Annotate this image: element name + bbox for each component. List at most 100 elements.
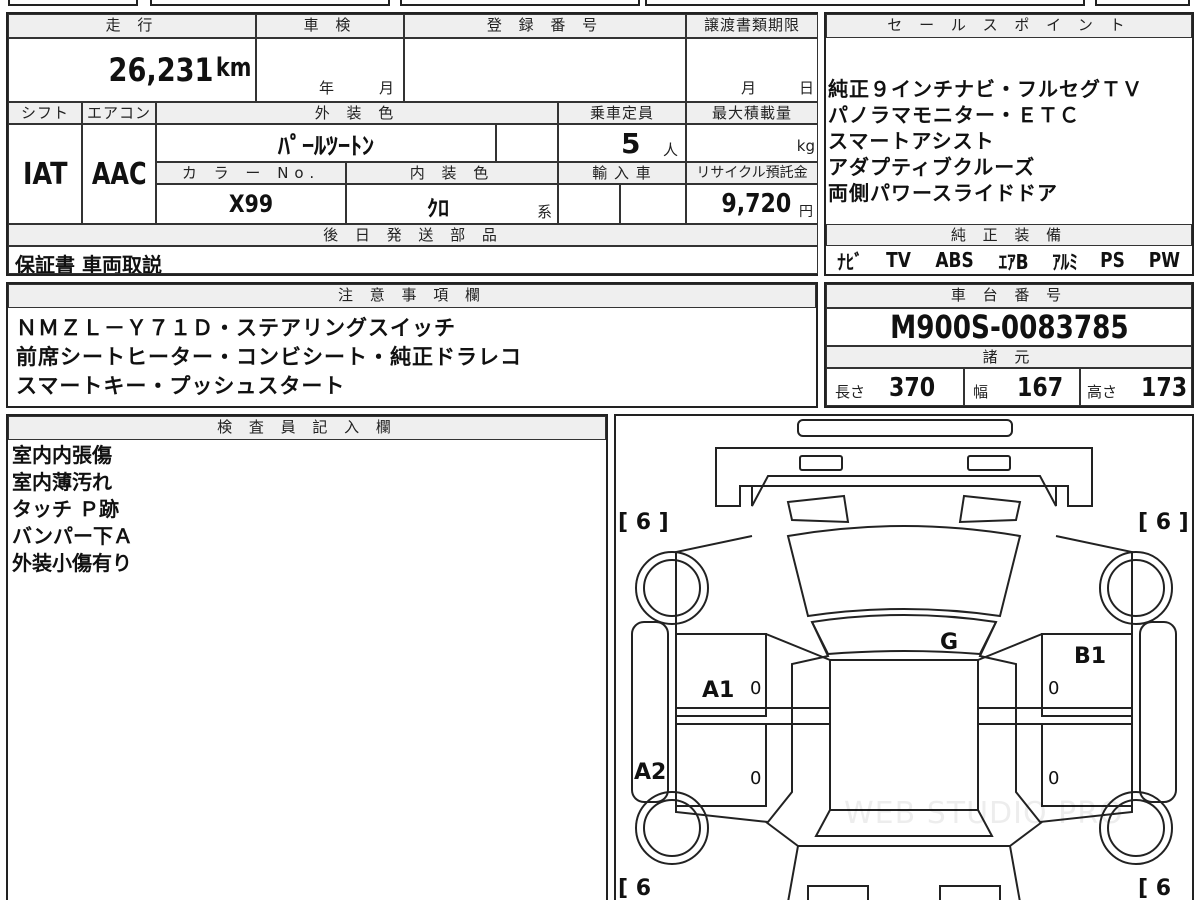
recycle-header: リサイクル預託金 <box>686 162 818 184</box>
notes-lines: ＮＭＺＬ－Ｙ７１Ｄ・ステアリングスイッチ 前席シートヒーター・コンビシート・純正… <box>16 314 522 401</box>
sales-point-line: 純正９インチナビ・フルセグＴＶ <box>828 77 1143 101</box>
exterior-color-extra <box>496 124 558 162</box>
note-line: ＮＭＺＬ－Ｙ７１Ｄ・ステアリングスイッチ <box>16 316 456 340</box>
specs-width-cell: 幅 167 <box>964 368 1080 406</box>
shift-value: IAT <box>22 156 68 192</box>
shift-header: シフト <box>8 102 82 124</box>
sales-point-line: スマートアシスト <box>828 129 995 153</box>
rear-glass-shape <box>786 494 850 524</box>
sales-point-line: 両側パワースライドドア <box>828 181 1058 205</box>
transfer-deadline-header: 譲渡書類期限 <box>686 14 818 38</box>
inspector-lines: 室内内張傷 室内薄汚れ タッチ Ｐ跡 バンパー下Ａ 外装小傷有り <box>12 442 133 577</box>
exterior-color-value: ﾊﾟｰﾙﾂｰﾄﾝ <box>278 131 374 160</box>
aircon-header: エアコン <box>82 102 156 124</box>
interior-color-cell: ｸﾛ 系 <box>346 184 558 224</box>
chassis-cell: M900S-0083785 <box>826 308 1192 346</box>
import-header: 輸 入 車 <box>558 162 686 184</box>
inspector-line: タッチ Ｐ跡 <box>12 497 119 521</box>
top-strip <box>0 0 1200 8</box>
inspection-cell: 年 月 <box>256 38 404 102</box>
max-load-cell: kg <box>686 124 818 162</box>
rear-glass-shape-right <box>958 494 1022 524</box>
later-parts-value: 保証書 車両取説 <box>15 253 162 274</box>
sales-point-line: アダプティブクルーズ <box>828 155 1036 179</box>
interior-color-value: ｸﾛ <box>427 197 450 222</box>
inspector-line: 室内薄汚れ <box>12 470 112 494</box>
sales-point-line: パノラマモニター・ＥＴＣ <box>828 103 1080 127</box>
sales-points-header: セ ー ル ス ポ イ ン ト <box>826 14 1192 38</box>
capacity-cell: 5 人 <box>558 124 686 162</box>
zero-mark: 0 <box>1048 678 1060 699</box>
side-strip-right <box>1139 621 1177 803</box>
chassis-value: M900S-0083785 <box>889 308 1129 346</box>
later-parts-header: 後 日 発 送 部 品 <box>8 224 818 246</box>
notes-panel: 注 意 事 項 欄 ＮＭＺＬ－Ｙ７１Ｄ・ステアリングスイッチ 前席シートヒーター… <box>6 282 818 408</box>
zero-mark: 0 <box>750 678 762 699</box>
registration-cell <box>404 38 686 102</box>
tire-rear-left <box>635 551 709 625</box>
rear-spoiler-shape <box>797 419 1013 437</box>
door-rear-right <box>1041 723 1132 807</box>
inspector-panel: 検 査 員 記 入 欄 室内内張傷 室内薄汚れ タッチ Ｐ跡 バンパー下Ａ 外装… <box>6 414 608 900</box>
aircon-cell: AAC <box>82 124 156 224</box>
chassis-header: 車 台 番 号 <box>826 284 1192 308</box>
recycle-value: 9,720 <box>721 189 791 219</box>
import-cell-2 <box>620 184 686 224</box>
door-rear-left <box>676 723 767 807</box>
equipment-item: ｱﾙﾐ <box>1051 249 1078 274</box>
chassis-panel: 車 台 番 号 M900S-0083785 諸 元 長さ 370 幅 167 高… <box>824 282 1194 408</box>
car-diagram-panel: [ 6 ] [ 6 ] [ 6 [ 6 G B1 A1 A2 0 0 0 0 W… <box>614 414 1194 900</box>
notes-header: 注 意 事 項 欄 <box>8 284 816 308</box>
tire-rear-left-inner <box>643 559 701 617</box>
tire-mark-bottom-left: [ 6 <box>618 876 652 900</box>
rear-lamp-left <box>799 455 843 471</box>
sales-points-list: 純正９インチナビ・フルセグＴＶ パノラマモニター・ＥＴＣ スマートアシスト アダ… <box>828 76 1190 206</box>
front-shape <box>787 845 1021 900</box>
inspector-line: 外装小傷有り <box>12 551 132 575</box>
tire-front-left-inner <box>643 799 701 857</box>
inspection-header: 車 検 <box>256 14 404 38</box>
damage-mark-b1: B1 <box>1074 644 1107 669</box>
capacity-value: 5 <box>621 127 641 160</box>
specs-height-label: 高さ <box>1087 383 1118 401</box>
damage-mark-a1: A1 <box>702 678 735 703</box>
damage-mark-a2: A2 <box>634 760 667 785</box>
mileage-header: 走 行 <box>8 14 256 38</box>
max-load-header: 最大積載量 <box>686 102 818 124</box>
door-front-left <box>676 633 767 717</box>
tire-mark-bottom-right: [ 6 <box>1138 876 1172 900</box>
import-cell-1 <box>558 184 620 224</box>
exterior-color-header: 外 装 色 <box>156 102 558 124</box>
max-load-unit: kg <box>796 137 815 155</box>
specs-width-value: 167 <box>1017 373 1064 403</box>
capacity-unit: 人 <box>663 141 679 159</box>
front-line <box>765 821 799 847</box>
tire-rear-right-inner <box>1107 559 1165 617</box>
mileage-cell: 26,231 km <box>8 38 256 102</box>
equipment-header: 純 正 装 備 <box>826 224 1192 246</box>
specs-height-cell: 高さ 173 <box>1080 368 1192 406</box>
inspection-year-label: 年 <box>319 79 335 97</box>
exterior-color-cell: ﾊﾟｰﾙﾂｰﾄﾝ <box>156 124 496 162</box>
equipment-item: PW <box>1148 248 1180 272</box>
equipment-item: ｴｱB <box>998 249 1029 274</box>
transfer-month-label: 月 <box>741 79 757 97</box>
zero-mark: 0 <box>750 768 762 789</box>
damage-mark-g: G <box>940 630 959 655</box>
rear-window-shape <box>786 525 1022 618</box>
inspector-line: 室内内張傷 <box>12 443 112 467</box>
registration-header: 登 録 番 号 <box>404 14 686 38</box>
later-parts-cell: 保証書 車両取説 <box>8 246 818 274</box>
tire-rear-right <box>1099 551 1173 625</box>
specs-length-label: 長さ <box>835 383 866 401</box>
specs-header: 諸 元 <box>826 346 1192 368</box>
interior-color-header: 内 装 色 <box>346 162 558 184</box>
specs-length-value: 370 <box>889 373 936 403</box>
cabin-shape <box>829 659 979 811</box>
equipment-item: TV <box>886 248 911 272</box>
equipment-item: ABS <box>935 248 974 272</box>
front-bumper-right <box>939 885 1001 900</box>
note-line: スマートキー・プッシュスタート <box>16 374 346 398</box>
transfer-deadline-cell: 月 日 <box>686 38 818 102</box>
interior-color-suffix: 系 <box>537 203 553 221</box>
